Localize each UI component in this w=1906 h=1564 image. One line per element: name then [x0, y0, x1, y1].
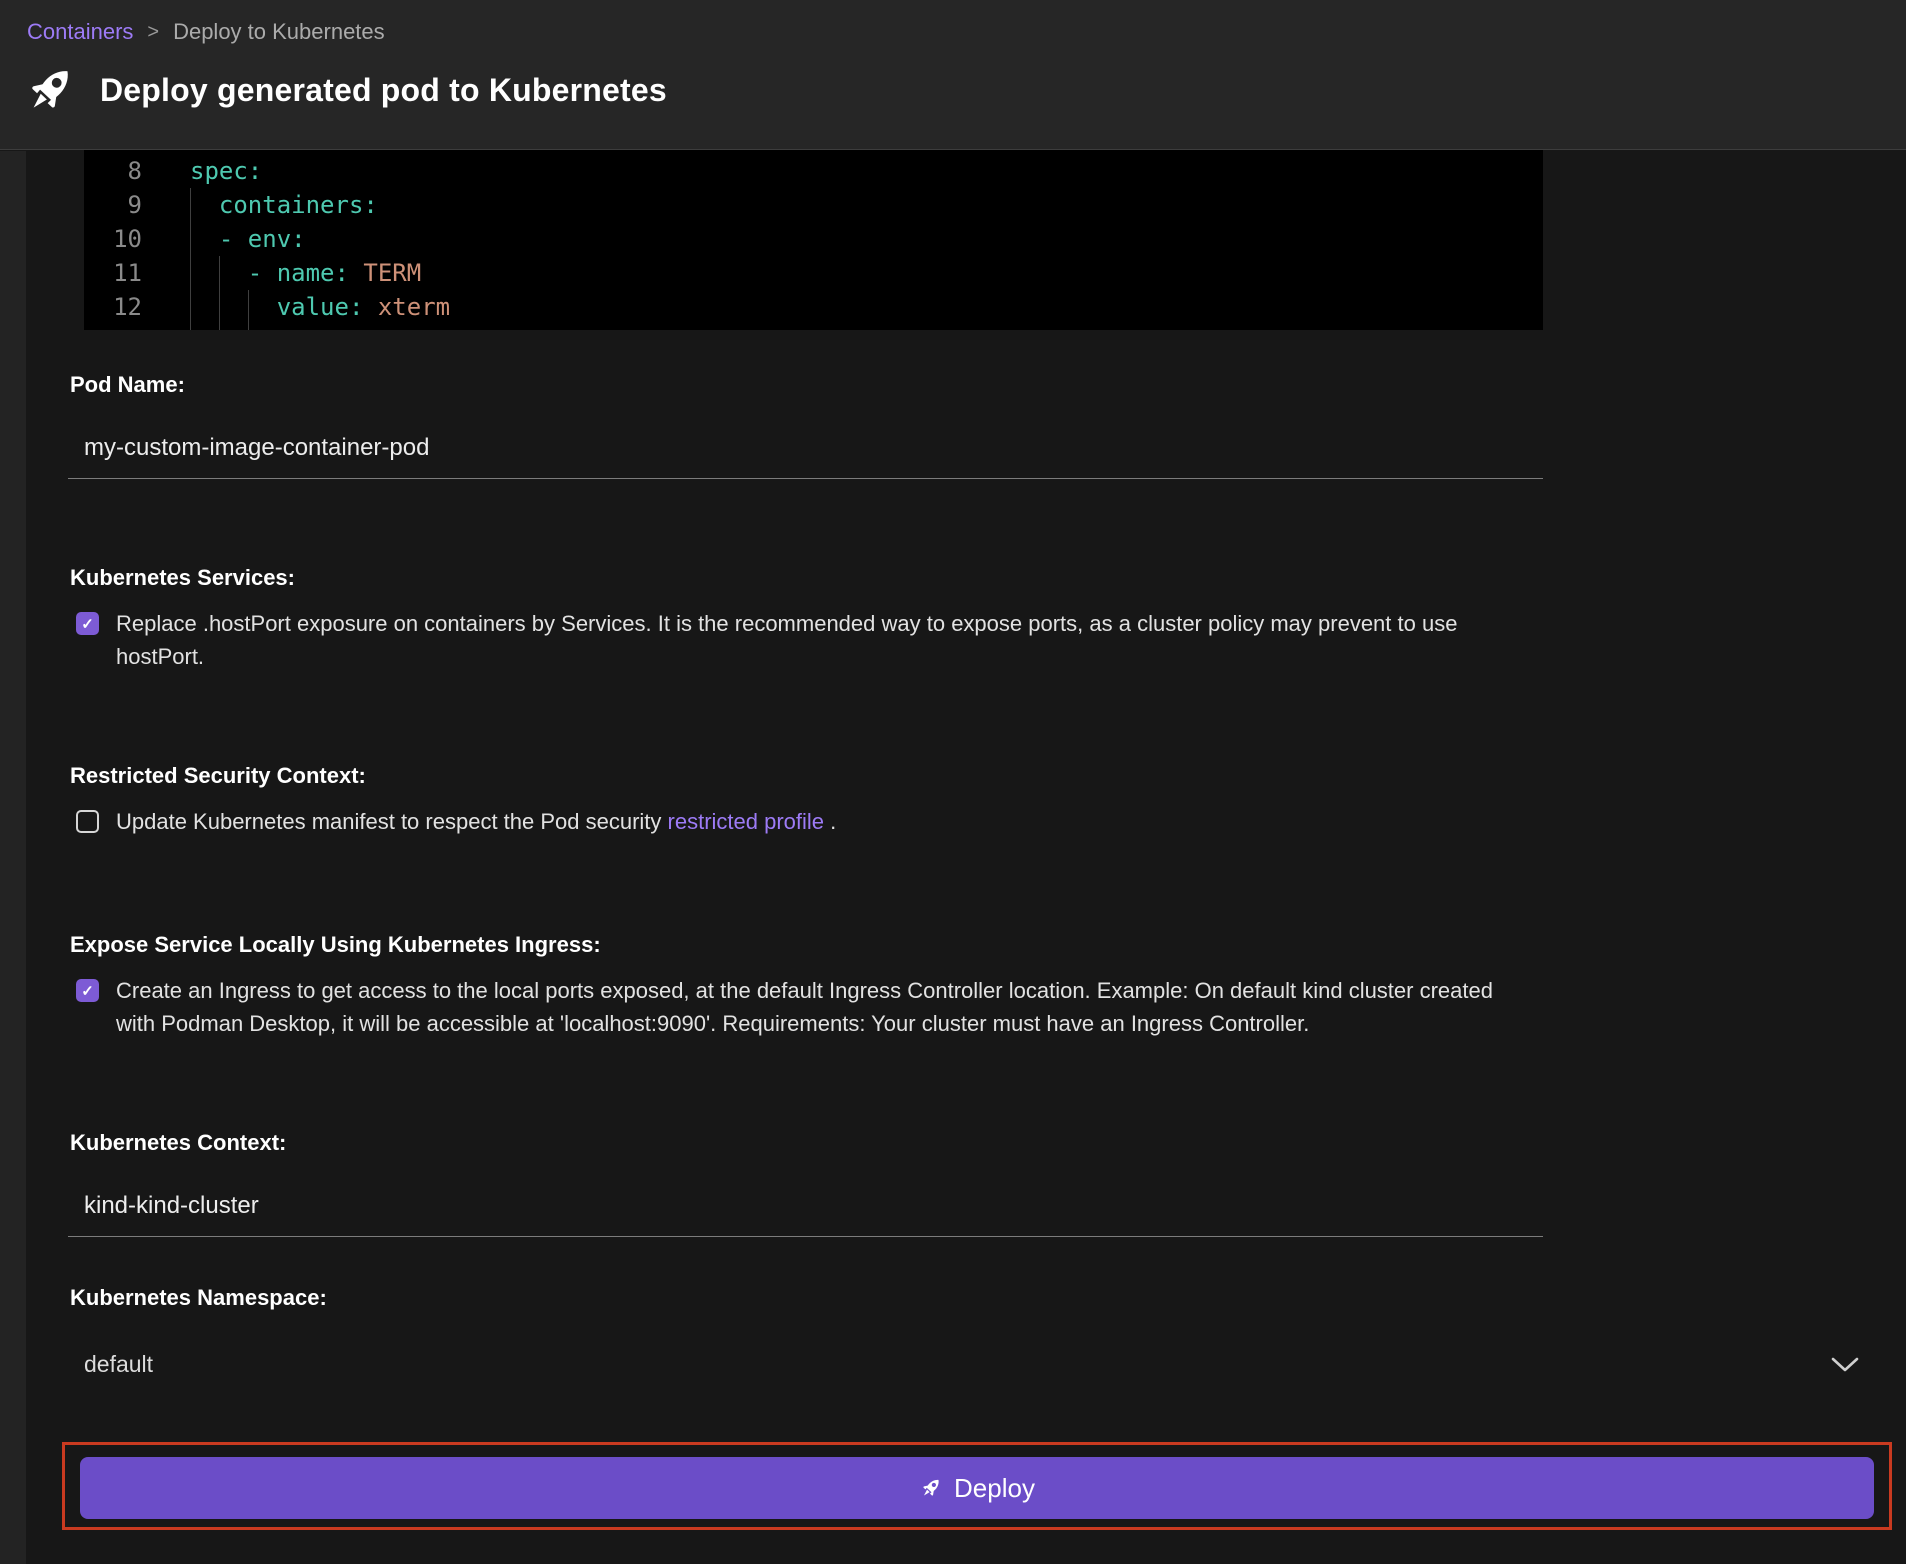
indent-guide: [190, 188, 191, 222]
code-token: containers:: [190, 191, 378, 219]
namespace-selected-value: default: [84, 1351, 153, 1378]
code-line: 10 - env:: [84, 222, 1543, 256]
yaml-editor[interactable]: 8spec:9 containers:10 - env:11 - name: T…: [84, 150, 1543, 330]
security-text-before: Update Kubernetes manifest to respect th…: [116, 809, 668, 834]
rocket-icon: [10, 50, 89, 129]
left-edge-strip: [0, 151, 26, 1564]
indent-guide: [219, 290, 220, 324]
restricted-security-label: Restricted Security Context:: [70, 763, 1836, 789]
line-number: 9: [84, 188, 142, 222]
line-number: 10: [84, 222, 142, 256]
chevron-down-icon: [1830, 1356, 1860, 1374]
kubernetes-context-input[interactable]: kind-kind-cluster: [68, 1192, 1543, 1237]
code-line-content: containers:: [190, 188, 378, 222]
indent-guide: [248, 324, 249, 330]
code-token: xterm: [363, 293, 450, 321]
breadcrumb-current: Deploy to Kubernetes: [173, 19, 385, 45]
indent-guide: [219, 256, 220, 290]
deploy-button[interactable]: Deploy: [80, 1457, 1874, 1519]
indent-guide: [190, 256, 191, 290]
breadcrumb-containers-link[interactable]: Containers: [27, 19, 133, 45]
services-option-row: ✓ Replace .hostPort exposure on containe…: [76, 607, 1906, 673]
page-title: Deploy generated pod to Kubernetes: [100, 72, 667, 109]
kubernetes-namespace-label: Kubernetes Namespace:: [70, 1285, 1836, 1311]
security-option-row: Update Kubernetes manifest to respect th…: [76, 805, 1906, 838]
code-token: spec:: [190, 157, 262, 185]
ingress-option-text: Create an Ingress to get access to the l…: [116, 974, 1536, 1040]
line-number: 8: [84, 154, 142, 188]
code-line: 9 containers:: [84, 188, 1543, 222]
code-line: 8 spec:: [84, 154, 1543, 188]
annotation-highlight-box: Deploy: [62, 1442, 1892, 1530]
code-token: TERM: [349, 259, 421, 287]
code-line-content: - env:: [190, 222, 306, 256]
line-number: 13: [84, 324, 142, 330]
code-token: - name:: [190, 259, 349, 287]
kubernetes-services-label: Kubernetes Services:: [70, 565, 1836, 591]
rocket-icon: [914, 1471, 948, 1505]
security-checkbox[interactable]: [76, 810, 99, 833]
indent-guide: [190, 324, 191, 330]
ingress-option-row: ✓ Create an Ingress to get access to the…: [76, 974, 1906, 1040]
code-token: image:: [190, 327, 335, 330]
ingress-label: Expose Service Locally Using Kubernetes …: [70, 932, 1836, 958]
code-line-content: spec:: [190, 154, 262, 188]
deploy-form: 8spec:9 containers:10 - env:11 - name: T…: [0, 150, 1906, 1530]
deploy-button-label: Deploy: [954, 1473, 1035, 1504]
kubernetes-namespace-select[interactable]: default: [68, 1351, 1882, 1378]
pod-name-label: Pod Name:: [70, 372, 1836, 398]
pod-name-input[interactable]: my-custom-image-container-pod: [68, 434, 1543, 479]
ingress-checkbox[interactable]: ✓: [76, 979, 99, 1002]
breadcrumb-separator-icon: >: [147, 21, 159, 44]
breadcrumb: Containers > Deploy to Kubernetes: [27, 16, 1906, 48]
code-line-content: image: localhost/my-custom-image-contain…: [190, 324, 956, 330]
code-line: 11 - name: TERM: [84, 256, 1543, 290]
code-line: 13 image: localhost/my-custom-image-cont…: [84, 324, 1543, 330]
page-header: Containers > Deploy to Kubernetes Deploy…: [0, 0, 1906, 150]
code-line-content: - name: TERM: [190, 256, 421, 290]
code-token: - env:: [190, 225, 306, 253]
indent-guide: [219, 324, 220, 330]
restricted-profile-link[interactable]: restricted profile: [668, 809, 825, 834]
code-line: 12 value: xterm: [84, 290, 1543, 324]
kubernetes-context-label: Kubernetes Context:: [70, 1130, 1836, 1156]
code-token: localhost/my-custom-image-container:late…: [335, 327, 956, 330]
security-option-text: Update Kubernetes manifest to respect th…: [116, 805, 1536, 838]
security-text-after: .: [824, 809, 836, 834]
services-checkbox[interactable]: ✓: [76, 612, 99, 635]
line-number: 11: [84, 256, 142, 290]
services-option-text: Replace .hostPort exposure on containers…: [116, 607, 1536, 673]
line-number: 12: [84, 290, 142, 324]
indent-guide: [190, 290, 191, 324]
indent-guide: [248, 290, 249, 324]
code-line-content: value: xterm: [190, 290, 450, 324]
indent-guide: [190, 222, 191, 256]
code-token: value:: [190, 293, 363, 321]
